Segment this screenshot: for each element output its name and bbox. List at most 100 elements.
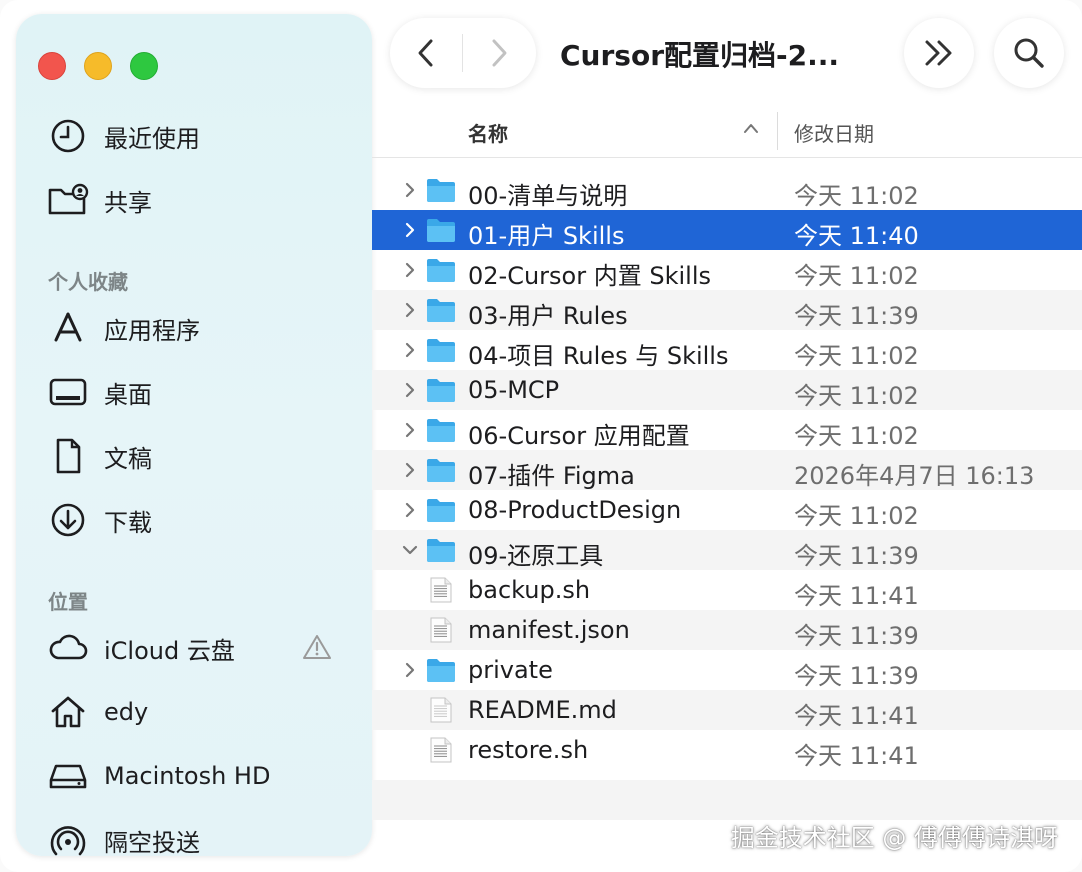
chevron-right-icon[interactable] [400, 500, 420, 520]
chevron-right-icon[interactable] [400, 660, 420, 680]
date-column-header[interactable]: 修改日期 [794, 118, 874, 147]
locations-heading: 位置 [48, 590, 88, 614]
sidebar-item-documents[interactable]: 文稿 [50, 434, 350, 478]
chevron-right-icon[interactable] [400, 460, 420, 480]
file-name: README.md [468, 696, 617, 724]
sidebar-item-label: 隔空投送 [104, 828, 200, 857]
file-modified-date: 今天 11:40 [794, 222, 919, 250]
folder-icon [426, 417, 456, 443]
file-name: 00-清单与说明 [468, 182, 628, 210]
navigation-group [390, 18, 536, 88]
sidebar-item-macintosh-hd[interactable]: Macintosh HD [49, 754, 350, 798]
chevron-right-icon[interactable] [400, 340, 420, 360]
list-item[interactable]: restore.sh 今天 11:41 [372, 730, 1082, 770]
name-column-header[interactable]: 名称 [468, 118, 508, 147]
chevron-right-icon[interactable] [400, 180, 420, 200]
chevron-right-icon[interactable] [400, 300, 420, 320]
list-item[interactable]: 00-清单与说明 今天 11:02 [372, 170, 1082, 210]
sidebar-item-desktop[interactable]: 桌面 [49, 370, 350, 414]
back-button[interactable] [390, 18, 462, 88]
sidebar-item-icloud[interactable]: iCloud 云盘 [49, 626, 350, 670]
list-item[interactable]: backup.sh 今天 11:41 [372, 570, 1082, 610]
sidebar-item-label: Macintosh HD [104, 762, 271, 790]
minimize-button[interactable] [84, 52, 112, 80]
watermark: 掘金技术社区 @ 傅傅傅诗淇呀 [730, 824, 1058, 852]
close-button[interactable] [38, 52, 66, 80]
search-icon [1014, 38, 1044, 68]
file-name: 01-用户 Skills [468, 222, 625, 250]
home-icon [46, 690, 90, 734]
list-item[interactable]: 07-插件 Figma 2026年4月7日 16:13 [372, 450, 1082, 490]
list-item[interactable]: README.md 今天 11:41 [372, 690, 1082, 730]
applications-icon [46, 306, 90, 350]
forward-button[interactable] [463, 18, 535, 88]
script-file-icon [426, 617, 456, 643]
list-item[interactable]: 08-ProductDesign 今天 11:02 [372, 490, 1082, 530]
file-modified-date: 今天 11:41 [794, 702, 919, 730]
sidebar-item-shared[interactable]: 共享 [48, 178, 350, 222]
folder-icon [426, 457, 456, 483]
sidebar-item-downloads[interactable]: 下载 [50, 498, 350, 542]
sidebar-item-label: 最近使用 [104, 124, 200, 153]
chevron-right-icon[interactable] [400, 260, 420, 280]
file-modified-date: 今天 11:39 [794, 622, 919, 650]
list-item[interactable]: 05-MCP 今天 11:02 [372, 370, 1082, 410]
folder-icon [426, 337, 456, 363]
file-modified-date: 今天 11:39 [794, 662, 919, 690]
file-name: restore.sh [468, 736, 589, 764]
drive-icon [46, 754, 90, 798]
file-name: 07-插件 Figma [468, 462, 635, 490]
file-name: backup.sh [468, 576, 591, 604]
search-button[interactable] [994, 18, 1064, 88]
list-item[interactable]: 03-用户 Rules 今天 11:39 [372, 290, 1082, 330]
chevron-down-icon[interactable] [400, 540, 420, 560]
folder-icon [426, 177, 456, 203]
sidebar-item-home[interactable]: edy [50, 690, 350, 734]
folder-icon [426, 377, 456, 403]
file-modified-date: 今天 11:39 [794, 542, 919, 570]
list-item[interactable]: 01-用户 Skills 今天 11:40 [372, 210, 1082, 250]
list-item[interactable]: private 今天 11:39 [372, 650, 1082, 690]
sidebar-item-label: 下载 [104, 508, 152, 537]
chevron-left-icon [418, 39, 433, 67]
download-icon [46, 498, 90, 542]
chevron-right-icon[interactable] [400, 380, 420, 400]
list-item[interactable]: 04-项目 Rules 与 Skills 今天 11:02 [372, 330, 1082, 370]
sidebar-item-label: 共享 [104, 188, 152, 217]
file-name: 05-MCP [468, 376, 560, 404]
list-item[interactable]: 02-Cursor 内置 Skills 今天 11:02 [372, 250, 1082, 290]
file-modified-date: 今天 11:02 [794, 342, 919, 370]
file-modified-date: 今天 11:02 [794, 502, 919, 530]
sidebar: 最近使用 共享 个人收藏 应用程序 桌面 文稿 下载 位置 iCloud 云盘 … [16, 14, 372, 857]
list-item[interactable]: 09-还原工具 今天 11:39 [372, 530, 1082, 570]
sidebar-item-recents[interactable]: 最近使用 [50, 114, 350, 158]
sort-ascending-icon[interactable] [742, 120, 760, 139]
chevron-right-icon[interactable] [400, 220, 420, 240]
chevron-right-icon[interactable] [400, 420, 420, 440]
warning-icon[interactable] [302, 633, 332, 665]
column-header: 名称 修改日期 [372, 106, 1082, 158]
zoom-button[interactable] [130, 52, 158, 80]
file-modified-date: 今天 11:02 [794, 382, 919, 410]
sidebar-item-airdrop[interactable]: 隔空投送 [50, 818, 350, 862]
sidebar-item-label: 文稿 [104, 444, 152, 473]
file-name: 08-ProductDesign [468, 496, 682, 524]
file-modified-date: 今天 11:41 [794, 742, 919, 770]
column-divider[interactable] [777, 112, 778, 150]
favorites-heading: 个人收藏 [48, 270, 128, 294]
folder-icon [426, 217, 456, 243]
file-modified-date: 今天 11:02 [794, 262, 919, 290]
file-name: 06-Cursor 应用配置 [468, 422, 690, 450]
file-list: 00-清单与说明 今天 11:02 01-用户 Skills 今天 11:40 02-C… [372, 170, 1082, 770]
file-modified-date: 今天 11:02 [794, 182, 919, 210]
sidebar-item-applications[interactable]: 应用程序 [50, 306, 350, 350]
text-file-icon [426, 697, 456, 723]
sidebar-item-label: iCloud 云盘 [104, 636, 235, 665]
toolbar-overflow-button[interactable] [904, 18, 974, 88]
folder-icon [426, 497, 456, 523]
desktop-icon [46, 370, 90, 414]
sidebar-item-label: 桌面 [104, 380, 152, 409]
list-item[interactable]: 06-Cursor 应用配置 今天 11:02 [372, 410, 1082, 450]
list-item[interactable]: manifest.json 今天 11:39 [372, 610, 1082, 650]
sidebar-item-label: 应用程序 [104, 316, 200, 345]
